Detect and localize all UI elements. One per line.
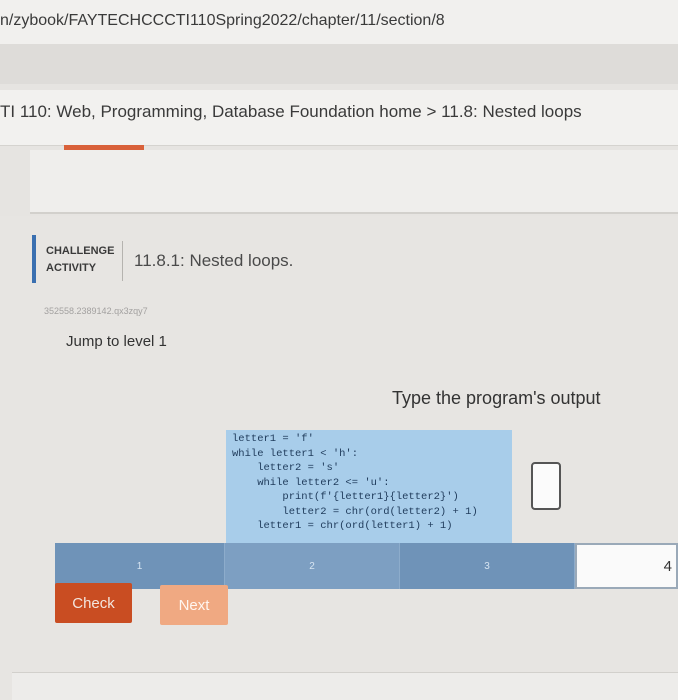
breadcrumb-course-home-link[interactable]: TI 110: Web, Programming, Database Found… [0, 102, 422, 121]
challenge-title: 11.8.1: Nested loops. [134, 251, 294, 270]
instructions-text: Type the program's output [392, 388, 601, 408]
breadcrumb-separator: > [426, 102, 437, 121]
level-1-label: 1 [136, 560, 143, 572]
jump-to-level-link[interactable]: Jump to level 1 [66, 333, 167, 350]
code-line: letter1 = 'f' [232, 433, 314, 445]
code-line: print(f'{letter1}{letter2}') [232, 491, 459, 503]
code-line: letter2 = 's' [232, 462, 340, 474]
breadcrumb: TI 110: Web, Programming, Database Found… [0, 90, 678, 146]
next-button[interactable]: Next [160, 585, 228, 625]
code-block: letter1 = 'f' while letter1 < 'h': lette… [226, 430, 512, 544]
code-line: letter1 = chr(ord(letter1) + 1) [232, 520, 453, 532]
breadcrumb-text: TI 110: Web, Programming, Database Found… [0, 102, 582, 122]
site-header [0, 44, 678, 84]
url-text[interactable]: n/zybook/FAYTECHCCCTI110Spring2022/chapt… [0, 12, 445, 30]
level-2-label: 2 [309, 560, 315, 572]
breadcrumb-current-section: 11.8: Nested loops [441, 102, 582, 121]
next-section-card [12, 672, 678, 700]
challenge-activity-header: CHALLENGE ACTIVITY 11.8.1: Nested loops. [32, 235, 452, 283]
output-answer-input[interactable] [531, 462, 561, 510]
check-button[interactable]: Check [55, 583, 132, 623]
level-4-segment[interactable]: 4 [575, 543, 678, 589]
level-2-segment[interactable]: 2 [225, 543, 400, 589]
browser-address-bar[interactable]: n/zybook/FAYTECHCCCTI110Spring2022/chapt… [0, 0, 678, 44]
section-panel [30, 150, 678, 214]
level-3-label: 3 [484, 560, 490, 572]
level-progress-bar: 1 2 3 4 [55, 543, 678, 589]
challenge-activity-label: CHALLENGE ACTIVITY [46, 243, 126, 277]
progress-accent-bar [64, 145, 144, 150]
level-3-segment[interactable]: 3 [400, 543, 575, 589]
challenge-label-line2: ACTIVITY [46, 262, 97, 274]
code-line: letter2 = chr(ord(letter2) + 1) [232, 505, 478, 518]
header-divider [122, 241, 123, 281]
code-line: while letter1 < 'h': [232, 447, 359, 460]
challenge-label-line1: CHALLENGE [46, 245, 115, 257]
code-line: while letter2 <= 'u': [232, 476, 390, 489]
challenge-stripe [32, 235, 36, 283]
activity-id: 352558.2389142.qx3zqy7 [44, 306, 148, 316]
level-4-label: 4 [663, 557, 672, 575]
